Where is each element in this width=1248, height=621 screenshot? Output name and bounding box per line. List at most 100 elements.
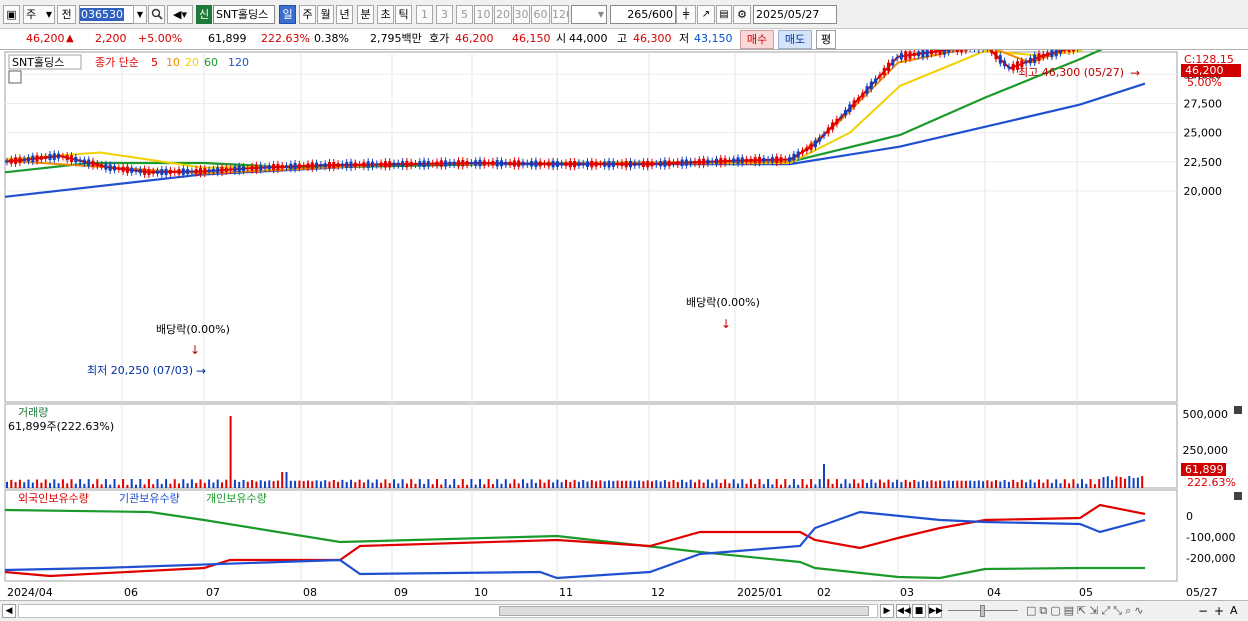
volume-bar bbox=[397, 483, 400, 488]
candle-body bbox=[431, 162, 435, 165]
last-page-icon[interactable]: ▶▶ bbox=[928, 604, 943, 618]
period-tab-3[interactable]: 년 bbox=[336, 5, 353, 24]
candle-body bbox=[130, 167, 134, 173]
sound-icon[interactable]: ◀▾ bbox=[167, 5, 193, 24]
candle-body bbox=[5, 160, 9, 163]
legend-ma-5: 5 bbox=[151, 56, 158, 69]
candle-body bbox=[366, 161, 370, 168]
stop-icon[interactable]: ■ bbox=[912, 604, 926, 618]
interval-button-4[interactable]: 20 bbox=[494, 5, 512, 24]
date-field[interactable]: 2025/05/27 bbox=[753, 5, 837, 24]
stock-chart-svg[interactable]: 42,50040,00037,50035,00032,50030,00027,5… bbox=[0, 0, 1248, 602]
auto-scale-icon[interactable]: A bbox=[1230, 604, 1238, 618]
scroll-right-icon[interactable]: ▶ bbox=[880, 604, 894, 618]
candle-body bbox=[246, 167, 250, 170]
scroll-thumb[interactable] bbox=[499, 606, 869, 616]
volume-bar bbox=[913, 479, 916, 488]
candle-body bbox=[543, 163, 546, 165]
search-icon[interactable] bbox=[148, 5, 165, 24]
period-tab-2[interactable]: 월 bbox=[317, 5, 334, 24]
market-type-select[interactable]: 주 ▼ bbox=[23, 5, 55, 24]
volume-bar bbox=[307, 480, 309, 488]
candle-body bbox=[482, 160, 486, 166]
flat-button[interactable]: 평 bbox=[816, 30, 836, 49]
candle-icon[interactable]: ╪ bbox=[676, 5, 696, 24]
volume-bar bbox=[513, 479, 516, 488]
period-tab-1[interactable]: 주 bbox=[299, 5, 316, 24]
dividend-annotation-1: 배당락(0.00%) bbox=[156, 323, 230, 336]
volume-bar bbox=[444, 479, 447, 488]
data-count-field[interactable]: 265/600 bbox=[610, 5, 676, 24]
credit-badge[interactable]: 신 bbox=[196, 5, 212, 24]
candle-body bbox=[487, 162, 491, 165]
interval-button-1[interactable]: 3 bbox=[436, 5, 453, 24]
stock-code-input[interactable]: 036530 bbox=[79, 5, 134, 24]
period-tab-4[interactable]: 분 bbox=[357, 5, 374, 24]
volume-bar bbox=[14, 482, 17, 488]
holdings-tick-label: 0 bbox=[1186, 510, 1193, 523]
candle-body bbox=[706, 159, 710, 165]
volume-bar bbox=[418, 479, 421, 488]
volume-bar bbox=[805, 484, 808, 488]
period-tab-6[interactable]: 틱 bbox=[395, 5, 412, 24]
gear-icon[interactable]: ⚙ bbox=[733, 5, 751, 24]
period-tab-5[interactable]: 초 bbox=[377, 5, 394, 24]
volume-bar bbox=[878, 479, 881, 488]
candle-body bbox=[340, 163, 344, 167]
candle-body bbox=[637, 162, 641, 166]
volume-bar bbox=[117, 484, 120, 488]
first-page-icon[interactable]: ◀◀ bbox=[896, 604, 911, 618]
scroll-track[interactable] bbox=[18, 604, 878, 618]
sell-button[interactable]: 매도 bbox=[778, 30, 812, 49]
candle-body bbox=[297, 163, 301, 169]
candle-body bbox=[401, 161, 405, 168]
interval-button-3[interactable]: 10 bbox=[474, 5, 493, 24]
interval-button-2[interactable]: 5 bbox=[456, 5, 473, 24]
interval-button-6[interactable]: 60 bbox=[531, 5, 550, 24]
zoom-out-icon[interactable]: − bbox=[1198, 604, 1208, 618]
prev-button[interactable]: 전 bbox=[57, 5, 76, 24]
volume-bar bbox=[104, 479, 107, 488]
chart-area[interactable]: 42,50040,00037,50035,00032,50030,00027,5… bbox=[0, 0, 1248, 602]
chart-type-select[interactable]: ▼ bbox=[571, 5, 607, 24]
candle-body bbox=[620, 162, 624, 167]
volume-bar bbox=[61, 479, 64, 488]
candle-body bbox=[1037, 53, 1041, 62]
candle-body bbox=[839, 116, 843, 118]
volume-bar bbox=[719, 483, 722, 488]
candle-body bbox=[1024, 60, 1028, 64]
interval-button-5[interactable]: 30 bbox=[513, 5, 530, 24]
interval-button-7[interactable]: 120 bbox=[551, 5, 569, 24]
volume-bar bbox=[27, 479, 30, 488]
buy-button[interactable]: 매수 bbox=[740, 30, 774, 49]
window-menu-icon[interactable]: ▣ bbox=[3, 5, 20, 24]
volume-bar bbox=[840, 483, 843, 488]
interval-button-0[interactable]: 1 bbox=[416, 5, 433, 24]
volume-bar bbox=[147, 479, 150, 488]
volume-bar bbox=[324, 480, 327, 488]
code-dropdown-icon[interactable]: ▼ bbox=[133, 5, 147, 24]
candle-body bbox=[39, 156, 43, 160]
zoom-slider-handle[interactable] bbox=[980, 605, 985, 617]
candle-body bbox=[826, 127, 830, 134]
save-icon[interactable]: ▤ bbox=[716, 5, 732, 24]
view-tools-icons[interactable]: □⧉▢▤⇱⇲⤢⤡⌕∿ bbox=[1026, 604, 1146, 618]
candle-body bbox=[173, 170, 177, 173]
candle-body bbox=[1041, 53, 1045, 58]
volume-bar bbox=[917, 481, 920, 488]
period-tab-0[interactable]: 일 bbox=[279, 5, 296, 24]
stock-tag: SNT홀딩스 bbox=[12, 56, 64, 69]
volume-bar bbox=[1132, 478, 1135, 488]
zoom-in-icon[interactable]: + bbox=[1214, 604, 1224, 618]
candle-body bbox=[293, 163, 297, 170]
volume-bar bbox=[500, 483, 503, 488]
volume-bar bbox=[668, 481, 671, 488]
stock-name-field[interactable]: SNT홀딩스 bbox=[213, 5, 275, 24]
volume-bar bbox=[1136, 477, 1139, 488]
candle-body bbox=[917, 51, 921, 57]
scroll-left-icon[interactable]: ◀ bbox=[2, 604, 16, 618]
candle-body bbox=[388, 161, 392, 168]
trend-icon[interactable]: ↗ bbox=[697, 5, 715, 24]
volume-bar bbox=[36, 479, 39, 488]
volume-bar bbox=[629, 480, 632, 488]
